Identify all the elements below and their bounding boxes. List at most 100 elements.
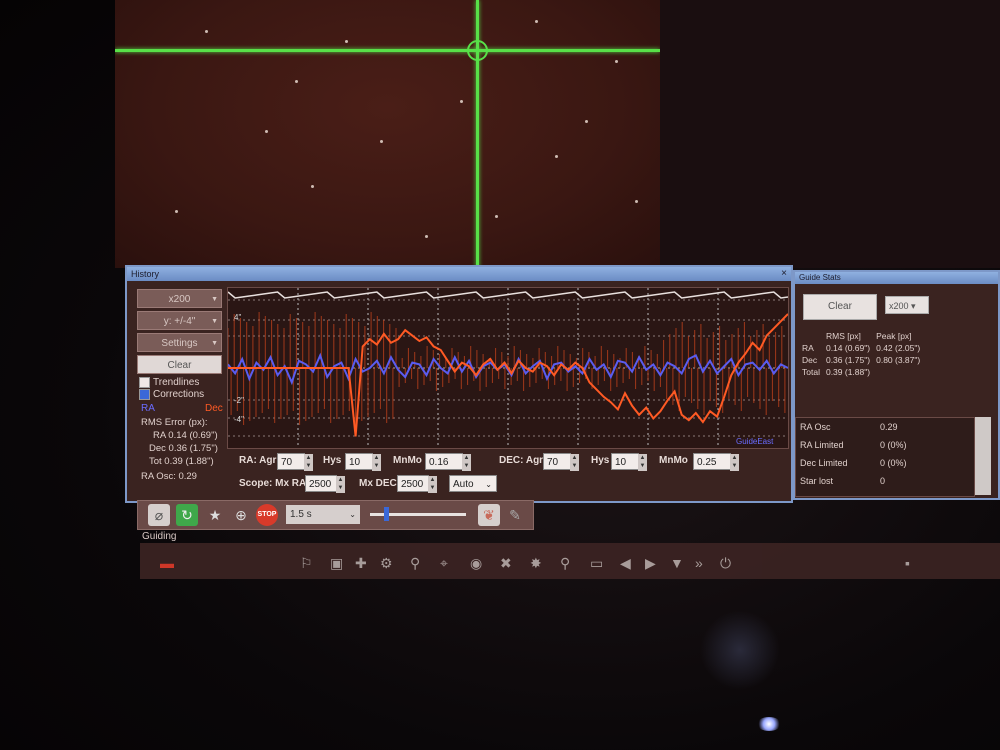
forward-icon[interactable]: » [695, 555, 703, 571]
play-icon[interactable]: ▶ [645, 555, 656, 572]
ra-agr-input[interactable]: 70 ▲ ▼ [277, 453, 313, 471]
snr-line [227, 291, 789, 299]
exposure-value: 1.5 s [290, 509, 312, 520]
history-window: History × x200 ▼ y: +/-4" ▼ Settings ▼ Clea… [125, 265, 793, 503]
table-cell: 0.80 (3.87") [876, 355, 921, 365]
star-icon[interactable]: ★ [204, 504, 226, 526]
graph-corner-label: GuideEast [736, 437, 774, 446]
list-item-label: Star lost [800, 476, 834, 486]
y-scale-button[interactable]: y: +/-4" ▼ [137, 311, 222, 330]
close-icon[interactable]: × [781, 267, 787, 281]
chevron-down-icon: ▼ [211, 318, 218, 325]
table-cell: 0.14 (0.69") [825, 343, 871, 353]
tray-icon[interactable]: ▪ [905, 555, 910, 571]
tools-icon[interactable]: ✎ [504, 504, 526, 526]
spinner-icon[interactable]: ▲ ▼ [336, 476, 345, 493]
star [345, 40, 348, 43]
arrow-icon[interactable]: ◀ [620, 555, 631, 572]
brain-icon[interactable]: ❦ [478, 504, 500, 526]
table-cell [873, 366, 923, 378]
target-icon[interactable]: ⌖ [440, 555, 448, 572]
mx-dec-label: Mx DEC [359, 478, 397, 489]
cross-icon[interactable]: ✖ [500, 555, 512, 572]
stats-table: RMS [px] Peak [px] RA 0.14 (0.69") 0.42 … [799, 330, 923, 378]
trendlines-label: Trendlines [153, 377, 200, 388]
table-cell: Total [802, 367, 820, 377]
star [495, 215, 498, 218]
slider-handle[interactable] [384, 507, 389, 521]
chevron-down-icon: ▼ [211, 296, 218, 303]
crosshair-icon[interactable]: ⊕ [230, 504, 252, 526]
spinner-icon[interactable]: ▲ ▼ [428, 476, 437, 493]
filter-icon[interactable]: ▼ [670, 555, 684, 571]
stop-icon[interactable]: STOP [256, 504, 278, 526]
star [175, 210, 178, 213]
dec-agr-value: 70 [547, 457, 559, 468]
corrections-label: Corrections [153, 389, 205, 400]
clear-history-button[interactable]: Clear [137, 355, 222, 374]
chevron-down-icon: ⌄ [349, 510, 356, 519]
exposure-select[interactable]: 1.5 s ⌄ [286, 505, 360, 524]
x-scale-button[interactable]: x200 ▼ [137, 289, 222, 308]
dec-mode-value: Auto [453, 479, 474, 490]
loop-icon[interactable]: ⌀ [148, 504, 170, 526]
star [585, 120, 588, 123]
dec-hys-input[interactable]: 10 ▲ ▼ [611, 453, 647, 471]
corrections-checkbox[interactable]: Corrections [139, 389, 204, 400]
stats-scale-select[interactable]: x200 ▾ [885, 296, 929, 314]
spinner-icon[interactable]: ▲ ▼ [304, 454, 313, 471]
ra-hys-input[interactable]: 10 ▲ ▼ [345, 453, 381, 471]
legend-ra: RA [141, 403, 155, 414]
walk-icon[interactable]: ⚲ [410, 555, 420, 572]
checkbox-box[interactable] [139, 377, 150, 388]
mx-dec-input[interactable]: 2500 ▲ ▼ [397, 475, 437, 493]
gear-icon[interactable]: ⚙ [380, 555, 393, 572]
led-light [757, 717, 781, 731]
camera-view[interactable] [115, 0, 660, 268]
dec-hys-value: 10 [615, 457, 627, 468]
guide-stats-window: Guide Stats Clear x200 ▾ RMS [px] Peak [… [793, 270, 1000, 500]
ra-agr-label: RA: Agr [239, 455, 277, 466]
dec-mode-select[interactable]: Auto ⌄ [449, 475, 497, 492]
app-icon[interactable]: ▬ [160, 555, 174, 571]
legend-dec: Dec [205, 403, 223, 414]
y-label-bottom: -4" [234, 415, 244, 424]
search-icon[interactable]: ⚲ [560, 555, 570, 572]
spinner-icon[interactable]: ▲ ▼ [570, 454, 579, 471]
plus-icon[interactable]: ✚ [355, 555, 367, 572]
eye-icon[interactable]: ◉ [470, 555, 482, 572]
history-titlebar: History × [127, 267, 791, 281]
dec-agr-input[interactable]: 70 ▲ ▼ [543, 453, 579, 471]
dec-agr-label: DEC: Agr [499, 455, 544, 466]
power-icon[interactable]: ⏻ [720, 555, 731, 572]
mx-ra-value: 2500 [309, 479, 332, 490]
dec-mnmo-input[interactable]: 0.25 ▲ ▼ [693, 453, 739, 471]
star [425, 235, 428, 238]
stats-clear-button[interactable]: Clear [803, 294, 877, 320]
spinner-icon[interactable]: ▲ ▼ [372, 454, 381, 471]
settings-button[interactable]: Settings ▼ [137, 333, 222, 352]
checkbox-box-checked[interactable] [139, 389, 150, 400]
spinner-icon[interactable]: ▲ ▼ [462, 454, 471, 471]
trendlines-checkbox[interactable]: Trendlines [139, 377, 199, 388]
main-toolbar: ⌀ ↻ ★ ⊕ STOP 1.5 s ⌄ ❦ ✎ [137, 500, 534, 530]
history-graph[interactable]: 4" -2" -4" GuideEast [227, 287, 789, 449]
chart-icon[interactable]: ✸ [530, 555, 542, 572]
ra-osc: RA Osc: 0.29 [141, 471, 197, 482]
background-panel [660, 0, 1000, 268]
dec-mnmo-label: MnMo [659, 455, 688, 466]
ra-mnmo-input[interactable]: 0.16 ▲ ▼ [425, 453, 471, 471]
ra-hys-value: 10 [349, 457, 361, 468]
camera-icon[interactable]: ▣ [330, 555, 343, 572]
spinner-icon[interactable]: ▲ ▼ [638, 454, 647, 471]
refresh-icon[interactable]: ↻ [176, 504, 198, 526]
monitor-icon[interactable]: ▭ [590, 555, 603, 572]
crosshair-horizontal [115, 49, 660, 52]
spinner-icon[interactable]: ▲ ▼ [730, 454, 739, 471]
ra-agr-value: 70 [281, 457, 293, 468]
table-header [799, 330, 823, 342]
telescope-icon[interactable]: ⚐ [300, 555, 313, 572]
chevron-down-icon: ⌄ [485, 480, 492, 489]
mx-ra-input[interactable]: 2500 ▲ ▼ [305, 475, 345, 493]
stats-scrollbar[interactable] [975, 417, 991, 495]
